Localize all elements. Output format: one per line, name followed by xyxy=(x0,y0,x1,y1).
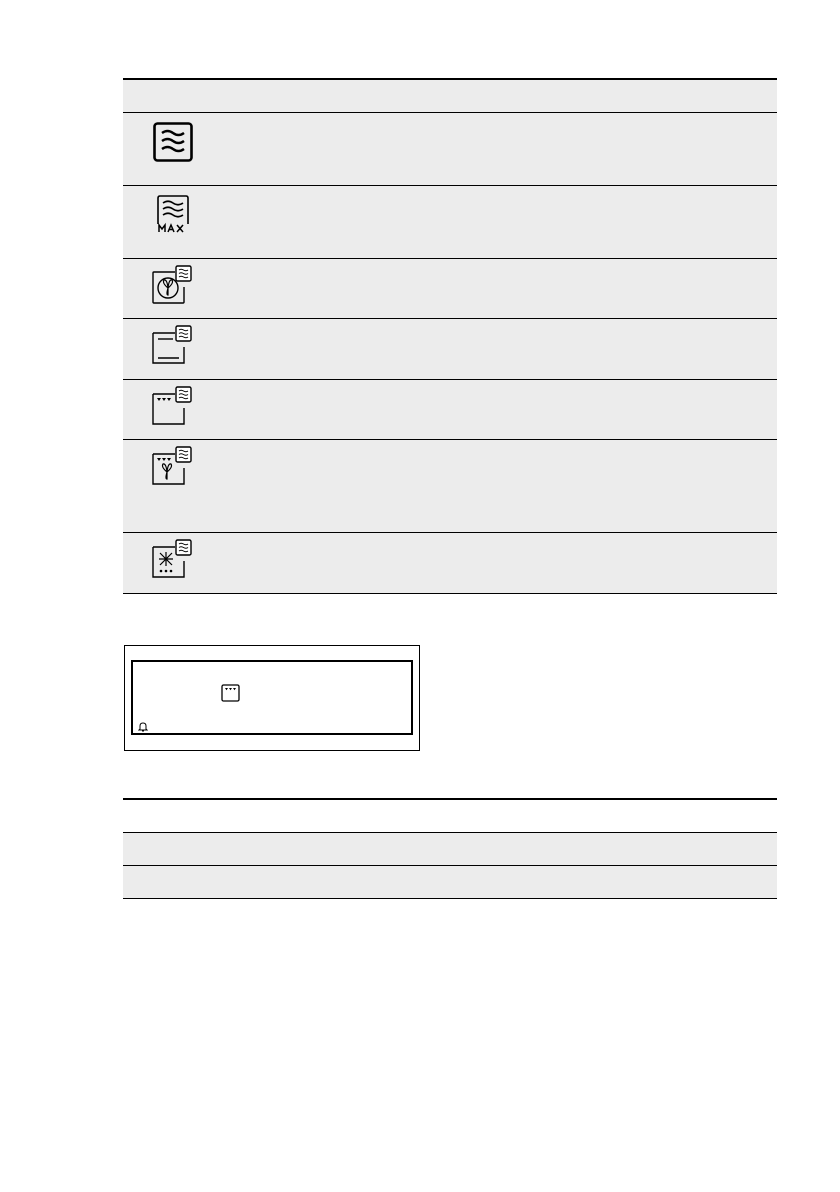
defrost-microwave-icon xyxy=(151,539,193,579)
table-row xyxy=(123,259,777,319)
fan-microwave-icon xyxy=(151,265,193,305)
top-bottom-heat-microwave-icon xyxy=(151,325,193,365)
bell-icon xyxy=(137,719,149,737)
table-row xyxy=(123,186,777,259)
display-indicators-table xyxy=(123,798,777,899)
table-row xyxy=(123,380,777,440)
table-header xyxy=(123,800,777,833)
table-row xyxy=(123,113,777,186)
grill-fan-microwave-icon xyxy=(151,446,193,486)
table-row xyxy=(123,533,777,594)
table-row xyxy=(123,833,777,866)
display-illustration xyxy=(124,645,420,751)
table-header xyxy=(123,80,777,113)
display-screen xyxy=(131,660,413,735)
microwave-icon xyxy=(153,122,193,162)
table-row xyxy=(123,319,777,380)
table-row xyxy=(123,440,777,533)
microwave-max-icon xyxy=(154,194,194,234)
grill-microwave-icon xyxy=(151,386,193,426)
operating-modes-table xyxy=(123,78,777,594)
oven-grill-icon xyxy=(221,684,240,707)
table-row xyxy=(123,866,777,899)
